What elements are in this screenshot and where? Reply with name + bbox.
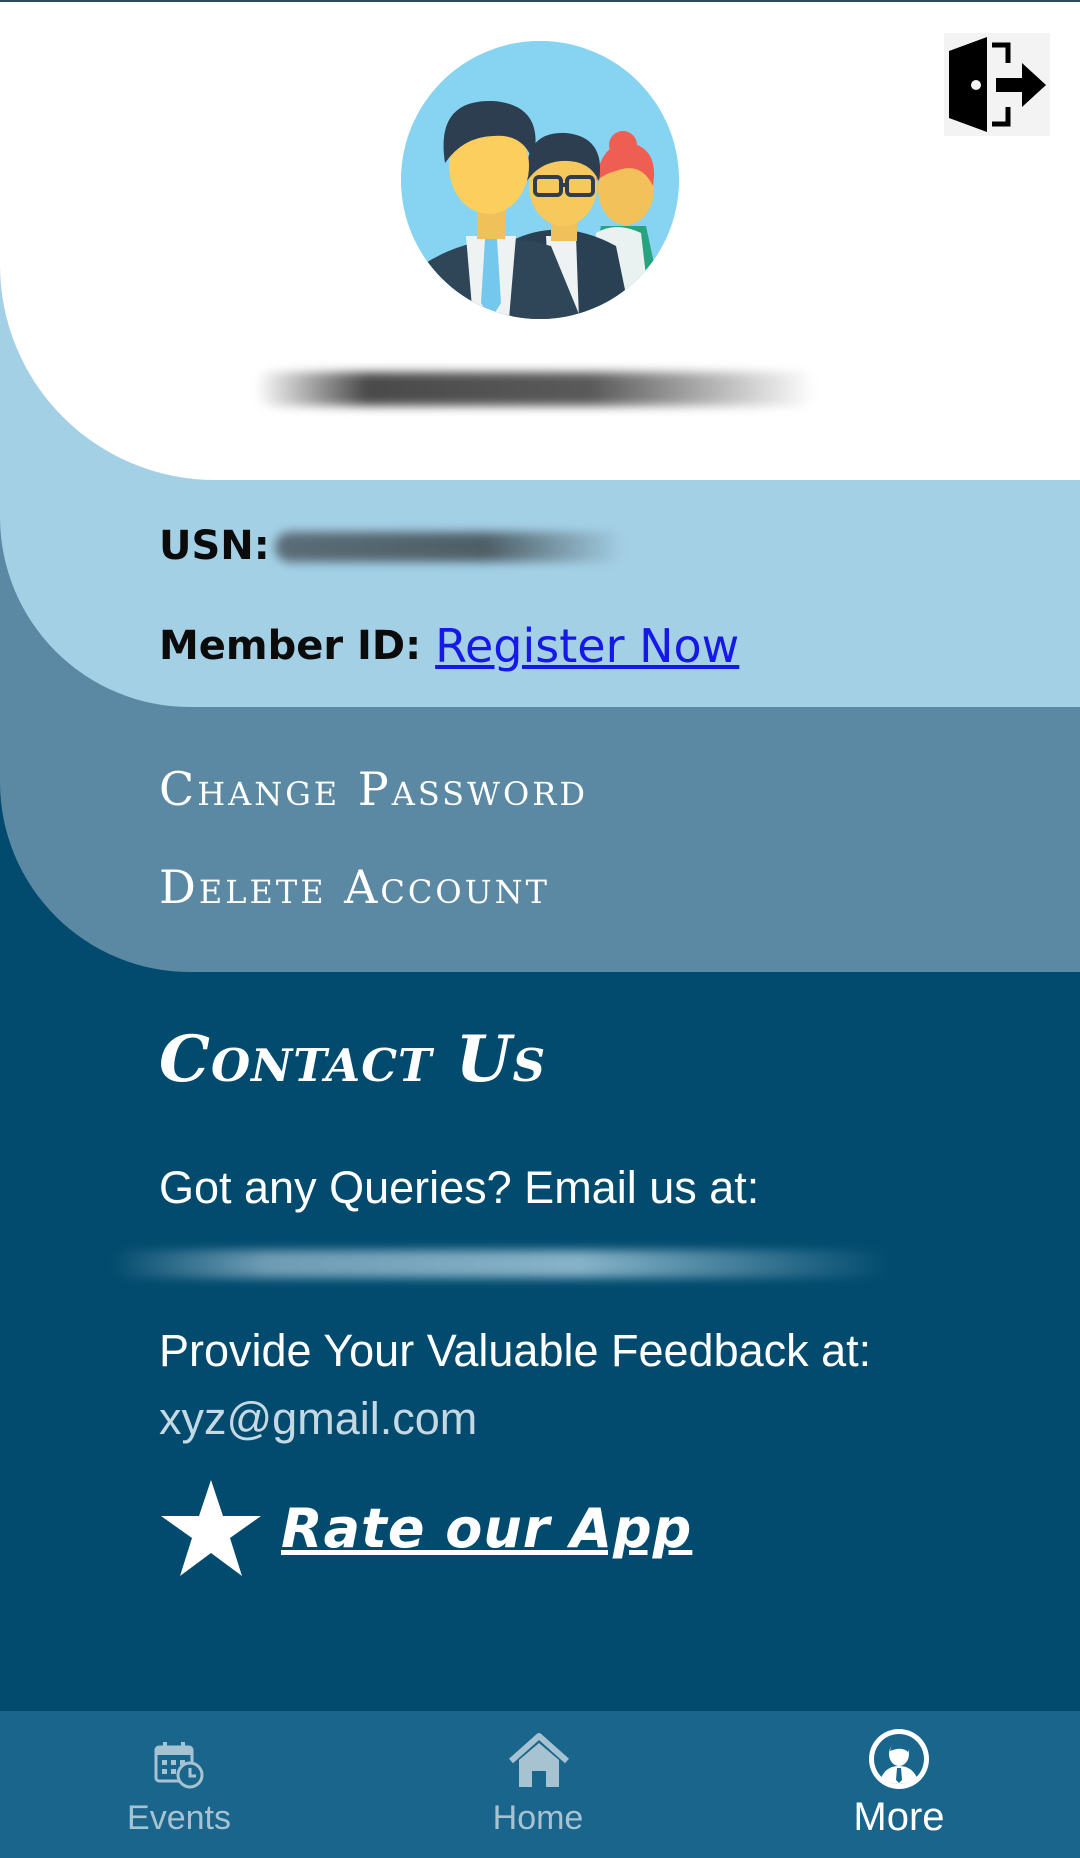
- nav-home[interactable]: Home: [428, 1711, 648, 1858]
- delete-account-button[interactable]: Delete Account: [159, 860, 550, 914]
- queries-text: Got any Queries? Email us at:: [159, 1162, 760, 1213]
- change-password-button[interactable]: Change Password: [159, 762, 588, 816]
- feedback-email[interactable]: xyz@gmail.com: [159, 1393, 477, 1445]
- nav-events[interactable]: Events: [69, 1711, 289, 1858]
- bottom-navigation: Events Home More: [0, 1711, 1080, 1858]
- redacted-user-name: [255, 372, 815, 406]
- logout-button[interactable]: [944, 33, 1050, 136]
- usn-row: USN:: [159, 516, 270, 576]
- nav-more[interactable]: More: [789, 1711, 1009, 1858]
- rate-app-label: Rate our App: [281, 1496, 693, 1560]
- profile-avatar: [401, 41, 679, 319]
- redacted-usn-value: [275, 532, 625, 562]
- member-id-row: Member ID: Register Now: [159, 616, 739, 676]
- nav-home-label: Home: [492, 1799, 584, 1837]
- register-now-link[interactable]: Register Now: [435, 619, 739, 673]
- group-avatar-icon: [401, 41, 679, 319]
- home-icon: [509, 1733, 569, 1787]
- status-divider: [0, 0, 1080, 2]
- feedback-text: Provide Your Valuable Feedback at:: [159, 1325, 872, 1376]
- redacted-contact-email: [110, 1250, 890, 1278]
- member-id-label: Member ID:: [159, 623, 422, 669]
- star-icon: [161, 1480, 261, 1576]
- calendar-clock-icon: [154, 1742, 204, 1789]
- rate-app-button[interactable]: Rate our App: [159, 1478, 692, 1578]
- logout-icon: [949, 37, 1046, 132]
- nav-events-label: Events: [127, 1799, 231, 1837]
- usn-label: USN:: [159, 523, 270, 569]
- user-profile-icon: [869, 1729, 929, 1789]
- nav-more-label: More: [853, 1795, 945, 1839]
- contact-us-heading: Contact Us: [159, 1022, 547, 1097]
